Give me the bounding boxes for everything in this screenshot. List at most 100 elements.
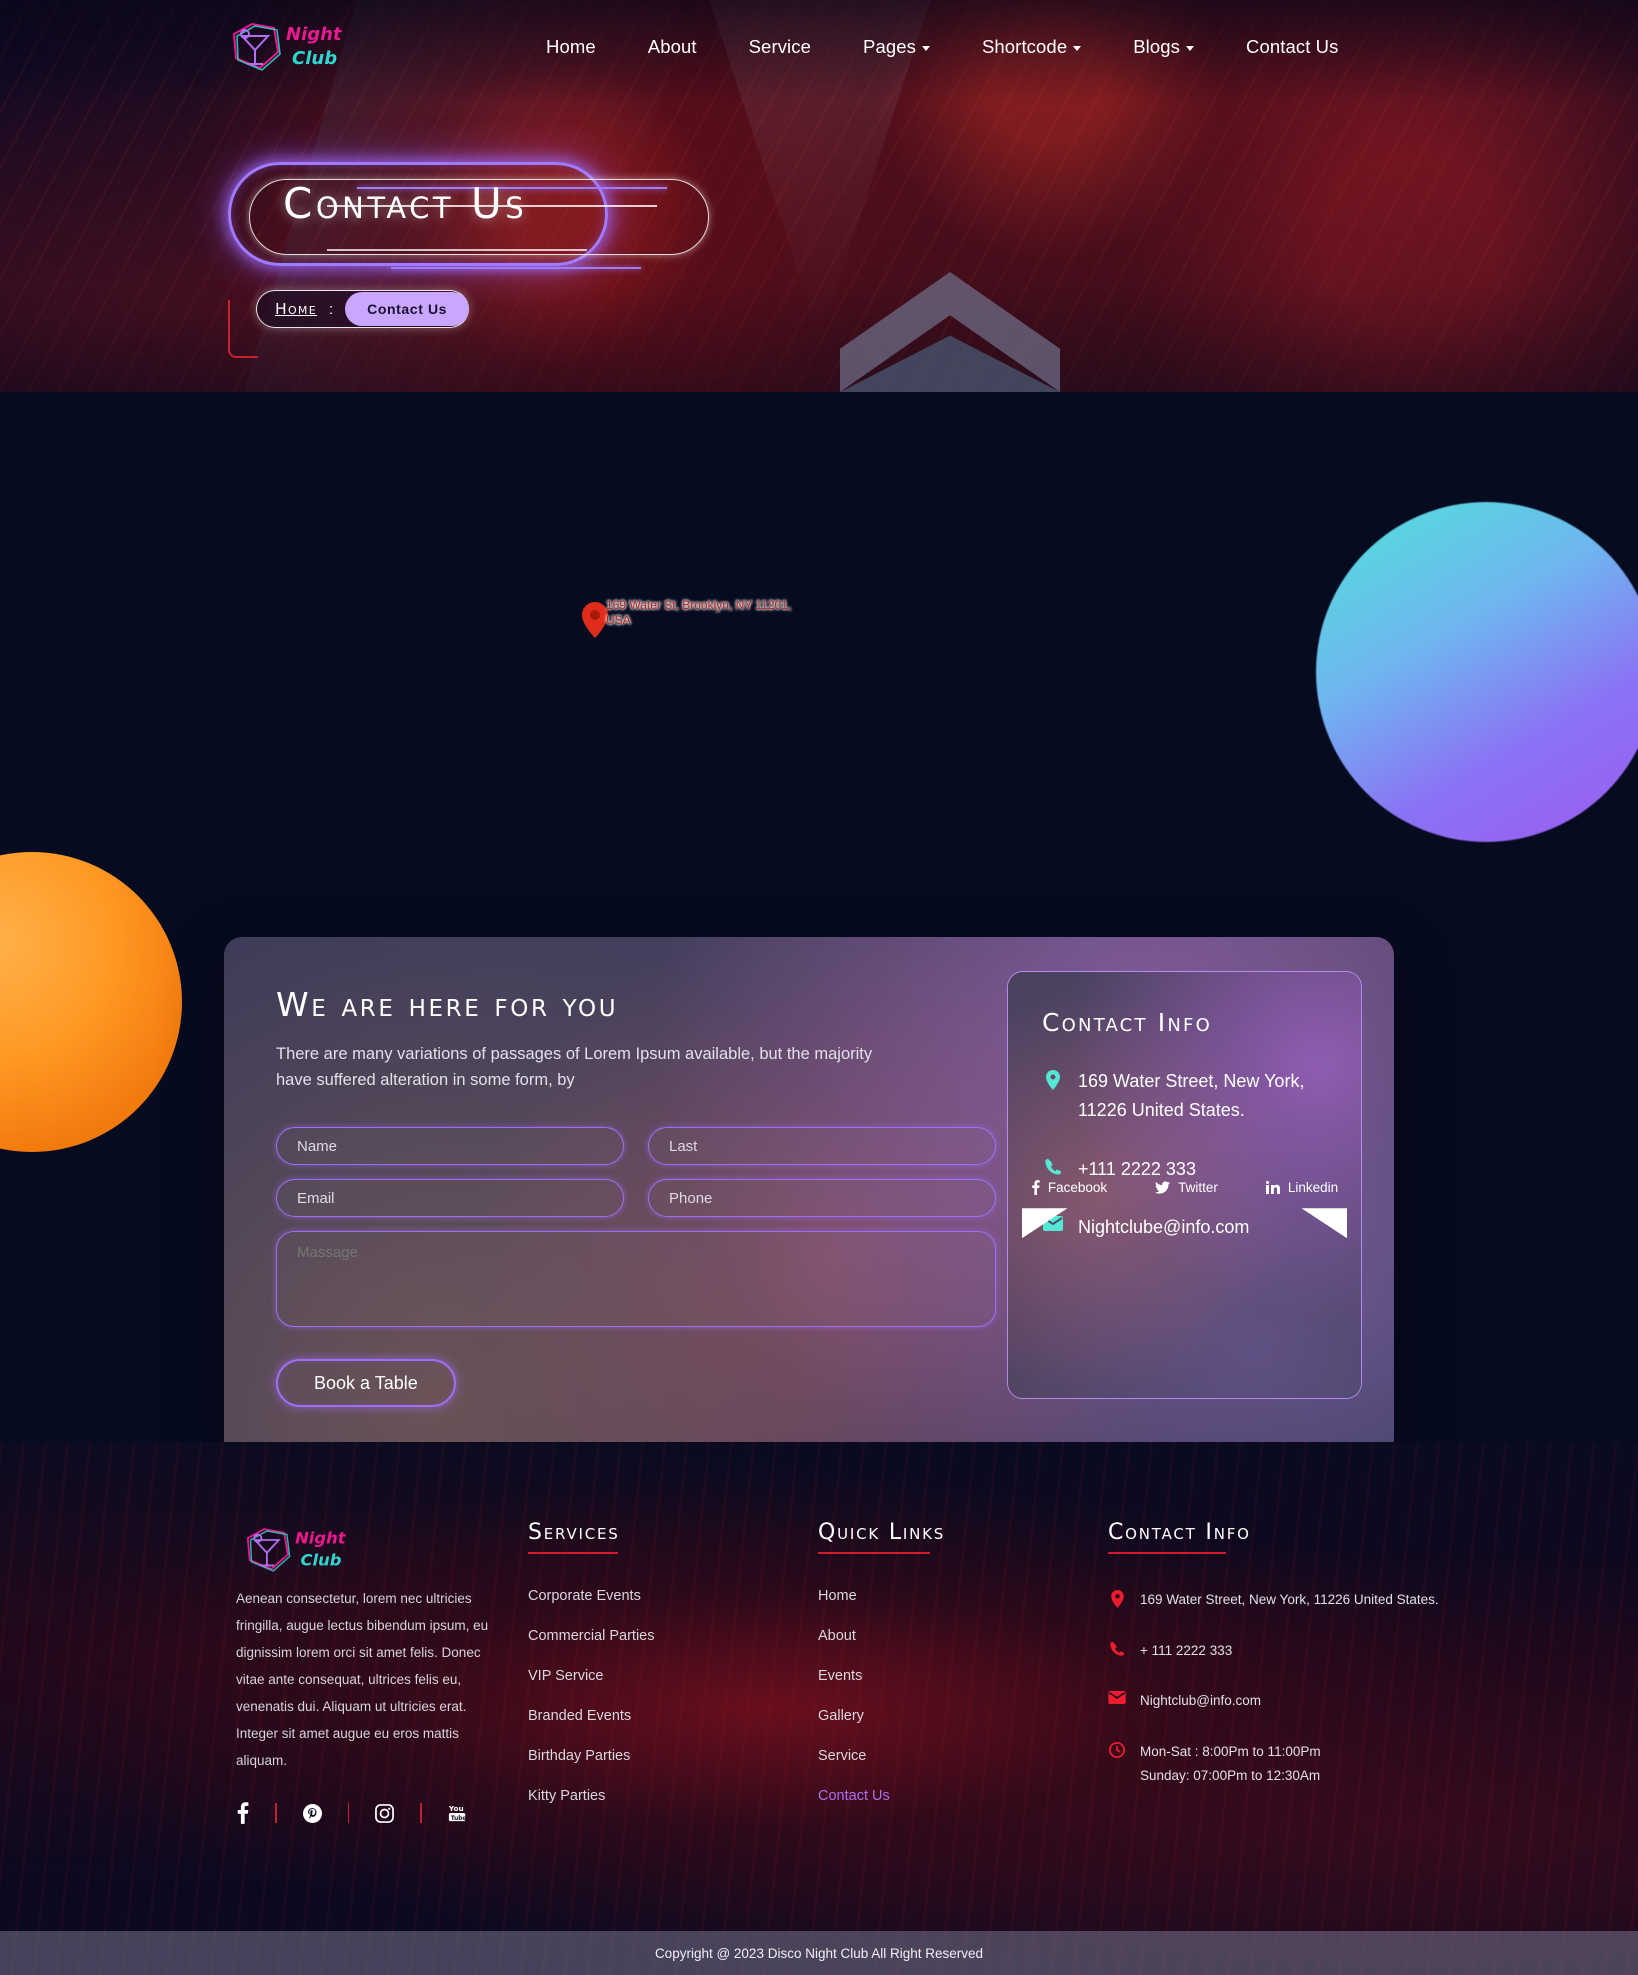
hero-neon-frame: Contact Us <box>228 162 709 269</box>
footer-hours: Mon-Sat : 8:00Pm to 11:00Pm Sunday: 07:0… <box>1140 1740 1321 1787</box>
footer-hours-row: Mon-Sat : 8:00Pm to 11:00Pm Sunday: 07:0… <box>1108 1740 1528 1787</box>
nav-item-about[interactable]: About <box>622 36 723 58</box>
footer-service-link[interactable]: Corporate Events <box>528 1588 818 1604</box>
footer-service-link[interactable]: VIP Service <box>528 1668 818 1684</box>
footer-service-link[interactable]: Birthday Parties <box>528 1748 818 1764</box>
footer-services-list: Corporate Events Commercial Parties VIP … <box>528 1588 818 1804</box>
nav-item-contact-us[interactable]: Contact Us <box>1220 36 1365 58</box>
location-pin-icon <box>1042 1067 1064 1090</box>
phone-icon <box>1042 1155 1064 1176</box>
contact-info-socials: Facebook Twitter Linkedin <box>1008 1179 1361 1196</box>
footer-description: Aenean consectetur, lorem nec ultricies … <box>236 1591 489 1768</box>
social-link-twitter[interactable]: Twitter <box>1131 1180 1242 1195</box>
facebook-icon <box>237 1802 249 1824</box>
nav-item-service[interactable]: Service <box>723 36 837 58</box>
contact-info-email-row: Nightclube@info.com <box>1042 1213 1327 1242</box>
location-pin-icon <box>1108 1588 1126 1608</box>
contact-card: We are here for you There are many varia… <box>224 937 1394 1442</box>
svg-text:Tube: Tube <box>450 1816 466 1822</box>
footer-address-row: 169 Water Street, New York, 11226 United… <box>1108 1588 1528 1612</box>
contact-form-lead: There are many variations of passages of… <box>276 1045 873 1090</box>
last-name-input[interactable] <box>648 1127 996 1166</box>
decor-gradient-circle-teal <box>1316 502 1638 842</box>
footer-social-youtube[interactable]: You Tube <box>422 1803 494 1823</box>
first-name-input[interactable] <box>276 1127 624 1166</box>
footer-logo[interactable]: Night Club <box>236 1528 356 1584</box>
footer-quicklink[interactable]: About <box>818 1628 1108 1644</box>
nav-links: Home About Service Pages Shortcode Blogs… <box>520 0 1365 94</box>
footer-quicklink[interactable]: Home <box>818 1588 1108 1604</box>
contact-info-heading: Contact Info <box>1042 1008 1212 1037</box>
footer-phone[interactable]: + 111 2222 333 <box>1140 1639 1232 1663</box>
copyright-bar: Copyright @ 2023 Disco Night Club All Ri… <box>0 1931 1638 1975</box>
linkedin-icon <box>1265 1181 1280 1195</box>
nav-item-pages[interactable]: Pages <box>837 36 956 58</box>
nav-item-home[interactable]: Home <box>520 36 622 58</box>
social-label: Twitter <box>1178 1180 1218 1196</box>
footer-contact-column: Contact Info 169 Water Street, New York,… <box>1108 1520 1528 1828</box>
chevron-down-icon <box>1073 46 1082 51</box>
footer-email-row: Nightclub@info.com <box>1108 1689 1528 1713</box>
chevron-down-icon <box>1185 46 1194 51</box>
footer-services-heading: Services <box>528 1520 620 1545</box>
footer-email[interactable]: Nightclub@info.com <box>1140 1689 1261 1713</box>
footer-phone-row: + 111 2222 333 <box>1108 1639 1528 1663</box>
contact-form: Book a Table <box>276 1127 996 1408</box>
footer-quicklinks-heading: Quick Links <box>818 1520 946 1545</box>
svg-text:Night: Night <box>295 1529 347 1548</box>
breadcrumb: Home : Contact Us <box>256 290 470 328</box>
phone-input[interactable] <box>648 1179 996 1218</box>
footer-hours-weekday: Mon-Sat : 8:00Pm to 11:00Pm <box>1140 1743 1321 1759</box>
nav-label: Shortcode <box>981 36 1068 57</box>
social-label: Linkedin <box>1287 1180 1339 1196</box>
page-root: Night Club Home About Service Pages Shor… <box>0 0 1638 1975</box>
contact-info-address: 169 Water Street, New York, 11226 United… <box>1078 1071 1305 1120</box>
contact-info-content: Contact Info 169 Water Street, New York,… <box>1008 972 1361 1242</box>
phone-icon <box>1108 1639 1126 1657</box>
nav-item-shortcode[interactable]: Shortcode <box>956 36 1107 58</box>
nav-item-blogs[interactable]: Blogs <box>1107 36 1220 58</box>
page-title: Contact Us <box>283 179 528 228</box>
hero-title-block: Contact Us <box>228 162 709 269</box>
footer-service-link[interactable]: Commercial Parties <box>528 1628 818 1644</box>
nav-label: Contact Us <box>1245 36 1339 57</box>
heading-underline <box>818 1552 930 1554</box>
breadcrumb-home-link[interactable]: Home <box>275 300 317 318</box>
footer-service-link[interactable]: Kitty Parties <box>528 1788 818 1804</box>
nightclub-logo-icon: Night Club <box>246 1528 347 1572</box>
nav-label: Pages <box>863 36 916 57</box>
footer-quicklink[interactable]: Events <box>818 1668 1108 1684</box>
footer-quicklink-active[interactable]: Contact Us <box>818 1788 1108 1804</box>
email-input[interactable] <box>276 1179 624 1218</box>
site-footer: Night Club Aenean consectetur, lorem nec… <box>0 1442 1638 1975</box>
breadcrumb-decor <box>228 300 258 358</box>
book-a-table-button[interactable]: Book a Table <box>276 1359 456 1408</box>
footer-columns: Night Club Aenean consectetur, lorem nec… <box>0 1442 1638 1828</box>
social-link-linkedin[interactable]: Linkedin <box>1242 1180 1361 1196</box>
contact-main-section: We are here for you There are many varia… <box>0 392 1638 1442</box>
form-row-2 <box>276 1179 996 1218</box>
footer-quicklink[interactable]: Gallery <box>818 1708 1108 1724</box>
breadcrumb-separator: : <box>328 300 334 318</box>
main-navbar: Night Club Home About Service Pages Shor… <box>0 0 1638 94</box>
clock-icon <box>1108 1740 1126 1758</box>
site-logo[interactable]: Night Club <box>222 14 352 80</box>
social-link-facebook[interactable]: Facebook <box>1008 1180 1131 1196</box>
nav-label: Service <box>748 36 811 57</box>
footer-address: 169 Water Street, New York, 11226 United… <box>1140 1592 1439 1607</box>
chevron-down-icon <box>921 46 930 51</box>
breadcrumb-current: Contact Us <box>345 292 470 326</box>
heading-underline <box>1108 1552 1226 1554</box>
footer-service-link[interactable]: Branded Events <box>528 1708 818 1724</box>
footer-social-pinterest[interactable] <box>277 1803 348 1823</box>
map-marker-pin[interactable] <box>582 602 608 643</box>
message-textarea[interactable] <box>276 1231 996 1328</box>
hero-chevron-decor <box>840 272 1060 392</box>
footer-social-instagram[interactable] <box>349 1803 420 1823</box>
facebook-icon <box>1032 1180 1040 1196</box>
nav-label: Home <box>546 36 596 57</box>
footer-social-facebook[interactable] <box>236 1802 275 1824</box>
twitter-icon <box>1155 1181 1171 1194</box>
footer-quicklink[interactable]: Service <box>818 1748 1108 1764</box>
contact-info-email[interactable]: Nightclube@info.com <box>1078 1213 1249 1242</box>
